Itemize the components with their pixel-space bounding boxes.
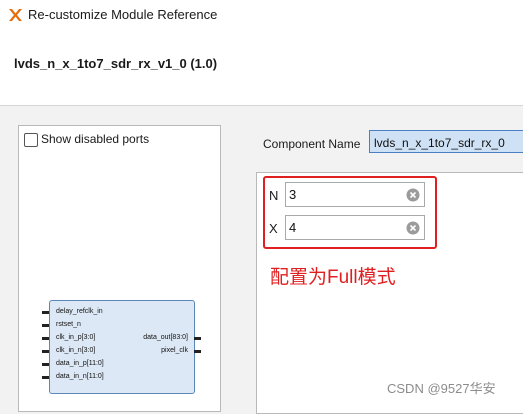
input-port-label: clk_in_n[3:0]	[56, 347, 96, 354]
component-name-input[interactable]: lvds_n_x_1to7_sdr_rx_0	[369, 130, 523, 153]
param-n-input[interactable]: 3	[285, 182, 425, 207]
window-title: Re-customize Module Reference	[28, 7, 218, 22]
input-port-label: data_in_p[11:0]	[56, 360, 104, 367]
module-title: lvds_n_x_1to7_sdr_rx_v1_0 (1.0)	[14, 56, 218, 71]
show-disabled-ports-label[interactable]: Show disabled ports	[41, 132, 149, 146]
component-name-label: Component Name	[263, 137, 361, 151]
title-bar: Re-customize Module Reference	[0, 0, 523, 30]
param-x-input[interactable]: 4	[285, 215, 425, 240]
annotation-text: 配置为Full模式	[270, 267, 396, 288]
watermark: CSDN @9527华安	[387, 381, 496, 396]
input-port-label: rstset_n	[56, 321, 81, 328]
input-pin	[42, 363, 49, 366]
symbol-panel: Show disabled ports delay_refclk_in rsts…	[18, 125, 221, 412]
input-port-label: delay_refclk_in	[56, 308, 103, 315]
param-n-label: N	[269, 188, 279, 203]
clear-icon[interactable]	[406, 188, 420, 202]
output-pin	[194, 350, 201, 353]
input-pin	[42, 311, 49, 314]
clear-icon[interactable]	[406, 221, 420, 235]
output-pin	[194, 337, 201, 340]
show-disabled-ports-checkbox[interactable]	[24, 133, 38, 147]
module-symbol: delay_refclk_in rstset_n clk_in_p[3:0] c…	[49, 300, 195, 394]
param-n-value: 3	[289, 187, 297, 202]
input-pin	[42, 376, 49, 379]
param-x-label: X	[269, 221, 278, 236]
input-port-label: clk_in_p[3:0]	[56, 334, 96, 341]
input-pin	[42, 337, 49, 340]
input-port-label: data_in_n[11:0]	[56, 373, 104, 380]
param-x-value: 4	[289, 220, 297, 235]
output-port-label: pixel_clk	[161, 347, 188, 354]
input-pin	[42, 324, 49, 327]
input-pin	[42, 350, 49, 353]
app-icon	[9, 9, 22, 21]
output-port-label: data_out[83:0]	[143, 334, 188, 341]
module-header: lvds_n_x_1to7_sdr_rx_v1_0 (1.0)	[0, 30, 523, 106]
